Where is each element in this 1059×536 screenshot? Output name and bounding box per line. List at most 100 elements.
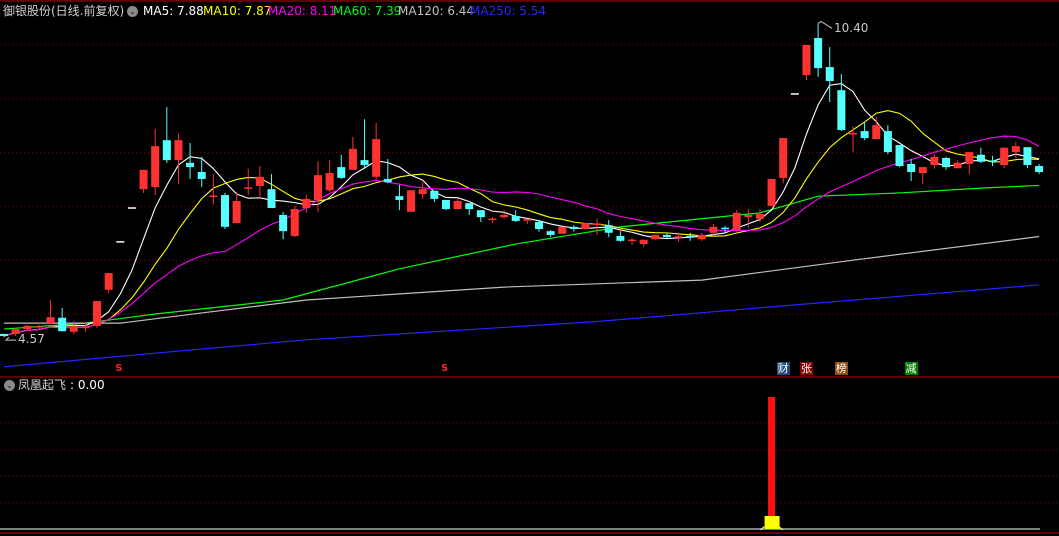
chevron-down-icon[interactable]: ⌄ [127, 6, 138, 17]
candle-body [34, 326, 43, 328]
ma60-line [3, 184, 1040, 330]
signal-bar [768, 397, 776, 529]
candle-body [686, 235, 695, 238]
candle-body [709, 226, 718, 233]
candle-body [139, 169, 148, 190]
candle-body [895, 145, 904, 167]
ma120-label: MA120: 6.44 [398, 4, 475, 18]
candle-body [558, 226, 567, 234]
indicator-value: : 0.00 [70, 378, 105, 392]
candle-body [976, 154, 985, 162]
candle-body [837, 90, 846, 131]
candle-body [651, 234, 660, 240]
candle-body [290, 209, 299, 236]
candle-body [407, 190, 416, 212]
candle-body [779, 138, 788, 178]
candle-body [662, 234, 671, 238]
event-tag[interactable]: 榜 [834, 362, 848, 375]
candle-body [767, 178, 776, 206]
candle-body [220, 195, 229, 227]
candle-body [174, 140, 183, 161]
candle-body [151, 146, 160, 188]
candle-body [453, 201, 462, 210]
candle-body [209, 195, 218, 197]
candle-body [744, 215, 753, 218]
candle-body [581, 223, 590, 229]
candle-body [360, 160, 369, 165]
ma5-label: MA5: 7.88 [143, 4, 204, 18]
candle-body [104, 273, 113, 290]
candle-body [162, 140, 171, 161]
candle-body [697, 234, 706, 240]
candle-body [721, 227, 730, 230]
candle-body [488, 218, 497, 221]
s-signal-marker[interactable]: S [115, 364, 122, 374]
s-signal-marker[interactable]: S [441, 364, 448, 374]
high-pointer [817, 20, 833, 29]
indicator-title: 凤凰起飞 [18, 378, 67, 392]
candle-body [814, 38, 823, 69]
candle-body [441, 199, 450, 210]
kline-chart[interactable] [0, 0, 1059, 536]
candle-body [418, 189, 427, 195]
candle-body [569, 226, 578, 229]
event-tag[interactable]: 减 [904, 362, 918, 375]
event-tag[interactable]: 财 [776, 362, 790, 375]
low-price-label: 4.57 [18, 332, 45, 346]
candle-body [476, 210, 485, 218]
candle-body [790, 93, 799, 95]
candle-body [872, 125, 881, 140]
candle-body [674, 236, 683, 238]
candle-body [988, 160, 997, 163]
candle-body [1035, 166, 1044, 172]
candle-body [430, 190, 439, 199]
candle-body [0, 333, 8, 337]
signal-marker [764, 516, 780, 529]
event-tag[interactable]: 张 [799, 362, 813, 375]
candle-body [860, 131, 869, 139]
candle-body [907, 163, 916, 172]
candle-body [372, 139, 381, 177]
candle-body [534, 222, 543, 229]
candle-body [825, 67, 834, 82]
chevron-down-icon[interactable]: ⌄ [4, 380, 15, 391]
candle-body [383, 178, 392, 183]
candle-body [116, 241, 125, 243]
candle-body [848, 133, 857, 135]
candle-body [325, 173, 334, 191]
high-price-label: 10.40 [834, 21, 869, 35]
candle-body [186, 162, 195, 168]
candle-body [93, 301, 102, 326]
candle-body [279, 215, 288, 232]
stock-title: 御银股份(日线.前复权) [3, 4, 125, 18]
candle-body [802, 45, 811, 76]
candle-body [58, 317, 67, 332]
candle-body [348, 148, 357, 170]
candle-body [965, 152, 974, 164]
candle-body [314, 175, 323, 200]
candle-body [337, 167, 346, 178]
candle-body [546, 231, 555, 235]
candle-body [942, 157, 951, 168]
candle-body [1000, 147, 1009, 165]
candle-body [23, 325, 32, 330]
candle-body [302, 198, 311, 209]
candle-body [500, 215, 509, 218]
candle-body [628, 239, 637, 242]
candle-body [81, 326, 90, 329]
candle-body [267, 189, 276, 209]
candle-body [953, 162, 962, 169]
ma20-line [3, 135, 1040, 337]
candle-body [465, 203, 474, 210]
candle-body [1011, 146, 1020, 153]
ma250-line [3, 284, 1040, 368]
candle-body [255, 176, 264, 186]
candle-body [616, 235, 625, 241]
candle-body [232, 201, 241, 224]
candle-body [639, 239, 648, 245]
candle-body [883, 131, 892, 153]
ma10-line [3, 109, 1040, 337]
candle-body [46, 317, 55, 324]
candle-body [732, 212, 741, 231]
ma60-label: MA60: 7.39 [333, 4, 402, 18]
